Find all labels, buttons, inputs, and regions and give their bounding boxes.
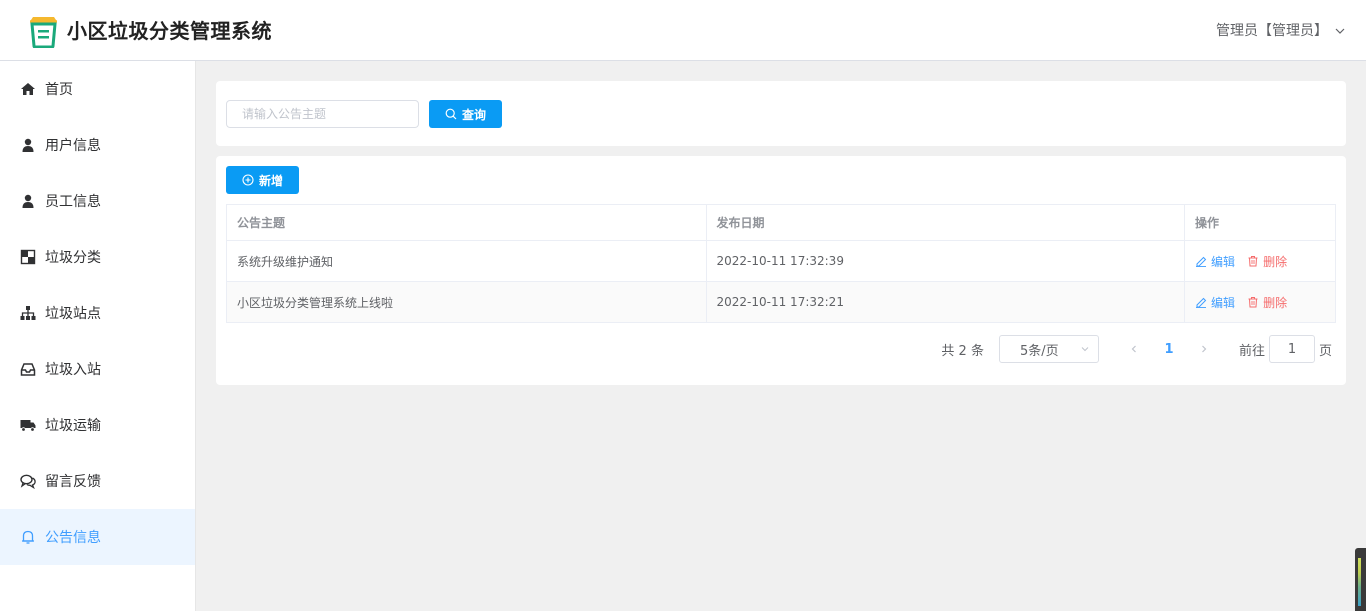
search-panel: 查询 [216, 81, 1346, 146]
add-button-label: 新增 [258, 173, 283, 188]
cell-publish-date: 2022-10-11 17:32:21 [705, 281, 1186, 323]
user-icon [22, 138, 34, 152]
sidebar-item-transport[interactable]: 垃圾运输 [0, 397, 195, 453]
sidebar-item-staff[interactable]: 员工信息 [0, 173, 195, 229]
prev-page-button[interactable] [1119, 335, 1149, 363]
sidebar-item-label: 留言反馈 [45, 474, 101, 490]
delete-label: 删除 [1263, 295, 1288, 310]
edit-icon [1196, 256, 1207, 267]
column-header-actions: 操作 [1184, 204, 1336, 241]
truck-icon [20, 420, 36, 432]
sidebar-item-stations[interactable]: 垃圾站点 [0, 285, 195, 341]
user-icon [22, 194, 34, 208]
page-number-current[interactable]: 1 [1154, 342, 1184, 357]
app-title: 小区垃圾分类管理系统 [67, 19, 272, 43]
page-size-select[interactable]: 5条/页 [998, 335, 1099, 363]
notice-table: 公告主题 发布日期 操作 系统升级维护通知 2022-10-11 17:32:3… [226, 204, 1336, 323]
plus-circle-icon [242, 174, 254, 186]
sidebar-item-category[interactable]: 垃圾分类 [0, 229, 195, 285]
trash-icon [1248, 256, 1258, 267]
sidebar-item-label: 首页 [45, 82, 73, 98]
cell-notice-title: 系统升级维护通知 [226, 240, 707, 282]
top-header: 小区垃圾分类管理系统 管理员【管理员】 [0, 0, 1366, 61]
pagination: 共 2 条 5条/页 1 前往 页 [941, 335, 1332, 363]
trash-bin-logo [30, 17, 57, 48]
sidebar-item-feedback[interactable]: 留言反馈 [0, 453, 195, 509]
page-size-value: 5条/页 [1019, 343, 1059, 359]
chevron-right-icon [1202, 345, 1207, 353]
search-button-label: 查询 [461, 107, 486, 122]
chevron-down-icon [1335, 28, 1345, 34]
edit-button[interactable]: 编辑 [1195, 294, 1235, 311]
chevron-down-icon [1081, 347, 1089, 352]
goto-page-input[interactable] [1268, 335, 1315, 363]
table-row: 系统升级维护通知 2022-10-11 17:32:39 编辑 删除 [226, 240, 1336, 282]
cell-actions: 编辑 删除 [1184, 240, 1336, 282]
window-scrollbar[interactable] [1355, 548, 1366, 611]
sidebar-item-label: 垃圾分类 [45, 250, 101, 266]
sidebar-item-label: 垃圾入站 [45, 362, 101, 378]
cell-publish-date: 2022-10-11 17:32:39 [705, 240, 1186, 282]
sidebar-item-users[interactable]: 用户信息 [0, 117, 195, 173]
cell-notice-title: 小区垃圾分类管理系统上线啦 [226, 281, 707, 323]
sidebar-item-inbound[interactable]: 垃圾入站 [0, 341, 195, 397]
sidebar-item-label: 公告信息 [45, 530, 101, 546]
chat-icon [20, 474, 36, 489]
goto-prefix: 前往 [1238, 343, 1265, 359]
cell-actions: 编辑 删除 [1184, 281, 1336, 323]
goto-suffix: 页 [1318, 343, 1332, 359]
delete-label: 删除 [1263, 254, 1288, 269]
scrollbar-indicator [1358, 558, 1361, 606]
sidebar: 首页 用户信息 员工信息 垃圾分类 垃圾站点 垃圾入站 垃圾运输 留言反馈 公告… [0, 61, 196, 611]
inbox-icon [20, 363, 36, 376]
next-page-button[interactable] [1189, 335, 1219, 363]
sidebar-item-label: 垃圾运输 [45, 418, 101, 434]
column-header-date: 发布日期 [705, 204, 1186, 241]
bell-icon [22, 530, 34, 544]
user-dropdown[interactable]: 管理员【管理员】 [1216, 21, 1346, 41]
sidebar-item-label: 员工信息 [45, 194, 101, 210]
sidebar-item-home[interactable]: 首页 [0, 61, 195, 117]
chevron-left-icon [1131, 345, 1136, 353]
edit-icon [1196, 297, 1207, 308]
total-count: 共 2 条 [941, 343, 984, 359]
column-header-title: 公告主题 [226, 204, 707, 241]
page-jumper: 前往 页 [1239, 335, 1332, 363]
search-button[interactable]: 查询 [429, 100, 502, 128]
edit-label: 编辑 [1211, 254, 1236, 269]
sidebar-item-label: 用户信息 [45, 138, 101, 154]
grid-icon [20, 249, 36, 265]
notice-title-search-input[interactable] [226, 100, 419, 128]
add-notice-button[interactable]: 新增 [226, 166, 299, 194]
delete-button[interactable]: 删除 [1247, 294, 1287, 311]
sidebar-item-notices[interactable]: 公告信息 [0, 509, 195, 565]
edit-label: 编辑 [1211, 295, 1236, 310]
table-header-row: 公告主题 发布日期 操作 [226, 204, 1336, 241]
home-icon [21, 83, 35, 95]
sitemap-icon [20, 306, 36, 320]
edit-button[interactable]: 编辑 [1195, 253, 1235, 270]
sidebar-item-label: 垃圾站点 [45, 306, 101, 322]
delete-button[interactable]: 删除 [1247, 253, 1287, 270]
trash-icon [1248, 297, 1258, 308]
user-name: 管理员【管理员】 [1216, 23, 1328, 39]
notice-table-panel: 新增 公告主题 发布日期 操作 系统升级维护通知 2022-10-11 17:3… [216, 156, 1346, 385]
table-row: 小区垃圾分类管理系统上线啦 2022-10-11 17:32:21 编辑 删除 [226, 281, 1336, 323]
search-icon [445, 108, 457, 120]
